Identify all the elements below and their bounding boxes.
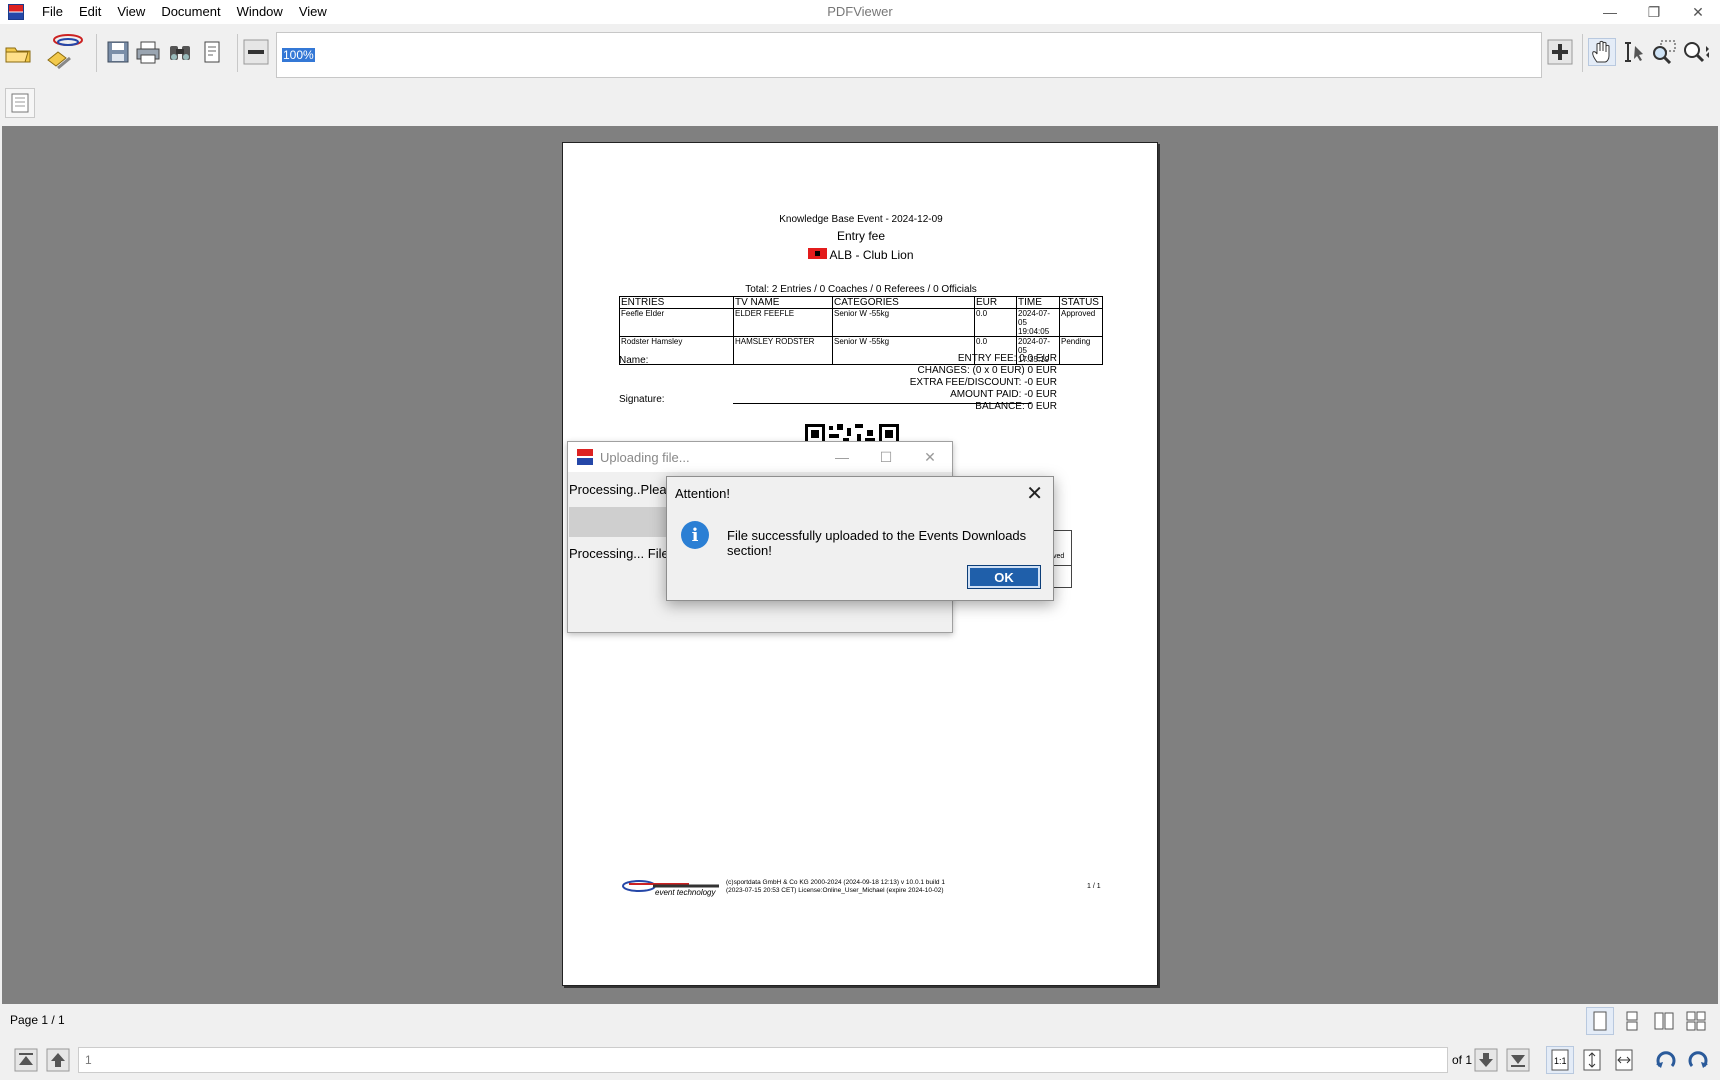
menu-bar: File Edit View Document Window View [34,4,335,19]
event-title: Knowledge Base Event - 2024-12-09 [779,214,943,225]
minimize-button[interactable]: — [820,442,864,472]
menu-view-2[interactable]: View [291,4,335,19]
dialog-message: File successfully uploaded to the Events… [727,528,1027,558]
document-subtitle: Entry fee [836,229,886,243]
previous-page-icon[interactable] [44,1046,72,1074]
table-cell: Approved [1059,308,1103,337]
table-cell: Senior W -55kg [832,308,975,337]
albania-flag-icon [808,248,828,259]
table-header: TIME [1016,296,1060,309]
table-header: CATEGORIES [832,296,975,309]
fit-width-icon[interactable] [1610,1046,1638,1074]
rotate-right-icon[interactable] [1684,1046,1712,1074]
menu-document[interactable]: Document [153,4,228,19]
fragment-text: ved [1053,553,1065,560]
page-number-input[interactable]: 1 [78,1047,1448,1073]
menu-window[interactable]: Window [229,4,291,19]
svg-text:1:1: 1:1 [1554,1056,1567,1066]
single-page-view-icon[interactable] [1586,1007,1614,1035]
close-button[interactable]: ✕ [908,442,952,472]
zoom-value: 100% [282,48,315,62]
summary-line: ENTRY FEE: 0.0 EUR [957,353,1057,364]
status-bar: Page 1 / 1 [0,1004,1720,1038]
club-name: ALB - Club Lion [829,248,914,262]
maximize-button[interactable]: ☐ [864,442,908,472]
upload-window-title: Uploading file... [600,450,690,465]
upload-window-titlebar: Uploading file... — ☐ ✕ [568,442,952,472]
summary-line: EXTRA FEE/DISCOUNT: -0 EUR [909,377,1057,388]
minimize-button[interactable]: — [1590,0,1630,24]
signature-label: Signature: [619,394,665,405]
table-header: TV NAME [733,296,833,309]
zoom-in-icon[interactable] [1546,38,1574,66]
save-icon[interactable] [104,38,132,66]
table-cell: 2024-07-05 19:04:05 [1016,308,1060,337]
page-number: 1 / 1 [1087,883,1101,890]
page-count: of 1 [1452,1053,1473,1067]
fee-summary: ENTRY FEE: 0.0 EUR CHANGES: (0 x 0 EUR) … [910,353,1057,413]
menu-file[interactable]: File [34,4,71,19]
table-cell: 0.0 [974,308,1017,337]
zoom-out-icon[interactable] [242,38,270,66]
hand-tool-icon[interactable] [1588,38,1616,66]
title-bar: File Edit View Document Window View PDFV… [0,0,1720,24]
table-cell: Feefle Elder [619,308,734,337]
club-line: ALB - Club Lion [563,248,1159,262]
table-cell: Pending [1059,336,1103,365]
facing-view-icon[interactable] [1650,1007,1678,1035]
app-icon [577,449,593,465]
last-page-icon[interactable] [1504,1046,1532,1074]
footer-line: (c)sportdata GmbH & Co KG 2000-2024 (202… [726,879,945,886]
navigation-bar: 1 of 1 1:1 [0,1040,1720,1080]
rotate-left-icon[interactable] [1652,1046,1680,1074]
first-page-icon[interactable] [12,1046,40,1074]
toolbar: 100% [0,24,1720,84]
table-header: EUR [974,296,1017,309]
close-icon[interactable]: ✕ [1026,481,1043,506]
find-icon[interactable] [166,38,194,66]
marquee-zoom-icon[interactable] [1650,38,1678,66]
menu-view[interactable]: View [109,4,153,19]
menu-edit[interactable]: Edit [71,4,109,19]
actual-size-icon[interactable]: 1:1 [1546,1046,1574,1074]
totals-line: Total: 2 Entries / 0 Coaches / 0 Referee… [745,284,977,295]
footer-text: (c)sportdata GmbH & Co KG 2000-2024 (202… [726,879,945,895]
attention-dialog[interactable]: Attention! ✕ i File successfully uploade… [666,476,1054,601]
table-cell: HAMSLEY RODSTER [733,336,833,365]
close-button[interactable]: ✕ [1678,0,1718,24]
processing-text: Processing..Please [569,482,681,497]
ok-button[interactable]: OK [967,565,1041,589]
table-header: STATUS [1059,296,1103,309]
next-page-icon[interactable] [1472,1046,1500,1074]
text-select-icon[interactable] [1620,38,1648,66]
continuous-facing-view-icon[interactable] [1682,1007,1710,1035]
toggle-sidebar-button[interactable] [5,88,35,118]
table-cell: ELDER FEEFLE [733,308,833,337]
restore-button[interactable]: ❐ [1634,0,1674,24]
summary-line: BALANCE: 0 EUR [975,401,1057,412]
continuous-view-icon[interactable] [1618,1007,1646,1035]
open-folder-icon[interactable] [4,38,32,66]
upload-icon[interactable] [40,30,86,76]
dialog-title: Attention! [675,486,730,501]
table-row: Feefle Elder ELDER FEEFLE Senior W -55kg… [619,308,1103,337]
page-thumbnail-icon [11,93,29,113]
sportdata-logo: event technology [619,878,723,898]
summary-line: CHANGES: (0 x 0 EUR) 0 EUR [917,365,1057,376]
table-header: ENTRIES [619,296,734,309]
zoom-input[interactable]: 100% [276,32,1542,78]
fit-page-icon[interactable] [1578,1046,1606,1074]
name-label: Name: [619,355,649,366]
footer-line: (2023-07-15 20:53 CET) License:Online_Us… [726,887,944,894]
print-icon[interactable] [134,38,162,66]
summary-line: AMOUNT PAID: -0 EUR [950,389,1057,400]
app-icon [8,4,24,20]
dynamic-zoom-icon[interactable] [1682,38,1710,66]
page-properties-icon[interactable] [198,38,226,66]
page-status: Page 1 / 1 [10,1013,65,1027]
info-icon: i [681,521,709,549]
logo-tagline: event technology [655,888,716,897]
